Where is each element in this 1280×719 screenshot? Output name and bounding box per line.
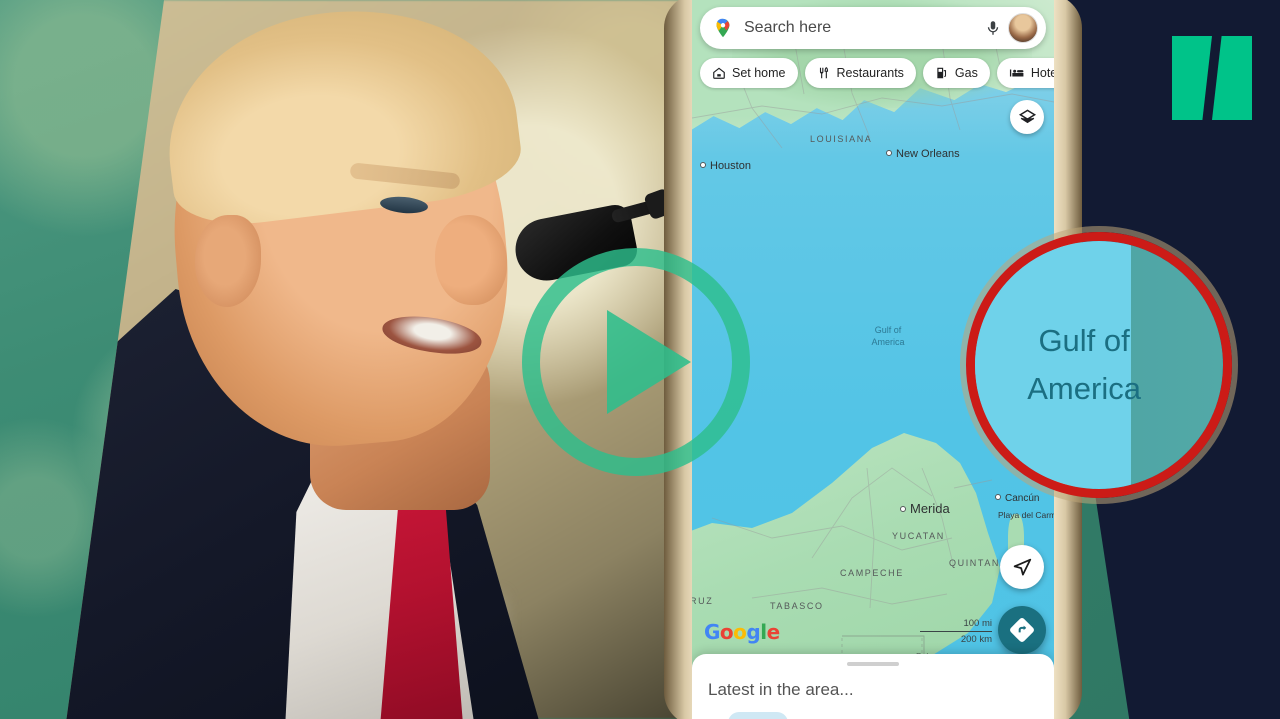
- layers-icon: [1018, 108, 1036, 123]
- callout-line-2: America: [1027, 371, 1141, 406]
- search-bar[interactable]: Search here: [700, 7, 1046, 49]
- map-label-yucatan: YUCATAN: [892, 531, 945, 541]
- huffpost-logo: [1172, 36, 1252, 120]
- chip-gas[interactable]: Gas: [922, 58, 990, 88]
- map-label-quintana-roo: QUINTANA ROO: [949, 558, 1037, 568]
- chip-label: Gas: [954, 66, 978, 80]
- chip-set-home[interactable]: Set home: [700, 58, 798, 88]
- map-label-veracruz: RUZ: [692, 596, 714, 606]
- home-icon: [713, 67, 725, 79]
- google-letter-g2: g: [746, 620, 761, 644]
- google-letter-g: G: [704, 620, 720, 644]
- map-label-merida: Merida: [900, 501, 950, 516]
- map-label-playa-del-carmen: Playa del Carmen: [998, 510, 1054, 520]
- category-chip-row: Set home Restaurants Gas Hote: [700, 58, 1054, 88]
- google-letter-o2: o: [733, 620, 747, 644]
- chip-label: Hotels: [1030, 66, 1054, 80]
- logo-left-bar: [1172, 36, 1212, 120]
- play-triangle-icon: [607, 310, 692, 414]
- navigation-arrow-icon: [1013, 558, 1032, 576]
- restaurant-icon: [819, 67, 828, 79]
- search-input[interactable]: Search here: [744, 19, 984, 37]
- drag-handle[interactable]: [847, 662, 899, 666]
- directions-icon: [1010, 618, 1034, 642]
- bottom-sheet[interactable]: Latest in the area...: [692, 654, 1054, 719]
- bottom-sheet-chip[interactable]: [728, 712, 788, 719]
- magnifier-callout: Gulf of America: [966, 232, 1232, 498]
- chip-label: Restaurants: [836, 66, 904, 80]
- scale-kilometers: 200 km: [960, 634, 992, 645]
- map-label-gulf-line2: America: [871, 337, 905, 347]
- chip-hotels[interactable]: Hotels: [996, 58, 1054, 88]
- avatar[interactable]: [1008, 13, 1038, 43]
- chip-restaurants[interactable]: Restaurants: [804, 58, 916, 88]
- scale-miles: 100 mi: [963, 618, 992, 629]
- map-scale-bar: 100 mi 200 km: [920, 617, 992, 646]
- callout-line-1: Gulf of: [1038, 323, 1130, 358]
- google-letter-e: e: [766, 620, 781, 644]
- nose: [435, 215, 507, 305]
- microphone-icon[interactable]: [984, 19, 1002, 37]
- directions-button[interactable]: [998, 606, 1046, 654]
- bottom-sheet-title: Latest in the area...: [708, 680, 854, 699]
- google-maps-pin-icon: [716, 18, 730, 38]
- map-label-louisiana: LOUISIANA: [810, 134, 873, 144]
- my-location-button[interactable]: [1000, 545, 1044, 589]
- map-label-campeche: CAMPECHE: [840, 568, 904, 578]
- gas-pump-icon: [937, 67, 946, 79]
- hotel-bed-icon: [1009, 69, 1024, 77]
- google-letter-o1: o: [719, 620, 734, 644]
- map-label-gulf-line1: Gulf of: [874, 325, 902, 335]
- map-label-cancun: Cancún: [995, 493, 1039, 504]
- map-layers-button[interactable]: [1010, 100, 1044, 134]
- chip-label: Set home: [732, 66, 786, 80]
- callout-text: Gulf of America: [1027, 317, 1141, 413]
- scale-divider: [920, 631, 992, 632]
- map-label-tabasco: TABASCO: [770, 601, 824, 611]
- logo-right-bar: [1212, 36, 1252, 120]
- map-label-new-orleans: New Orleans: [886, 148, 960, 160]
- screenshot-canvas: Houston LOUISIANA New Orleans Gulf of Am…: [0, 0, 1280, 719]
- map-label-houston: Houston: [700, 160, 751, 172]
- play-button[interactable]: [522, 248, 750, 476]
- google-logo: Google: [704, 620, 780, 644]
